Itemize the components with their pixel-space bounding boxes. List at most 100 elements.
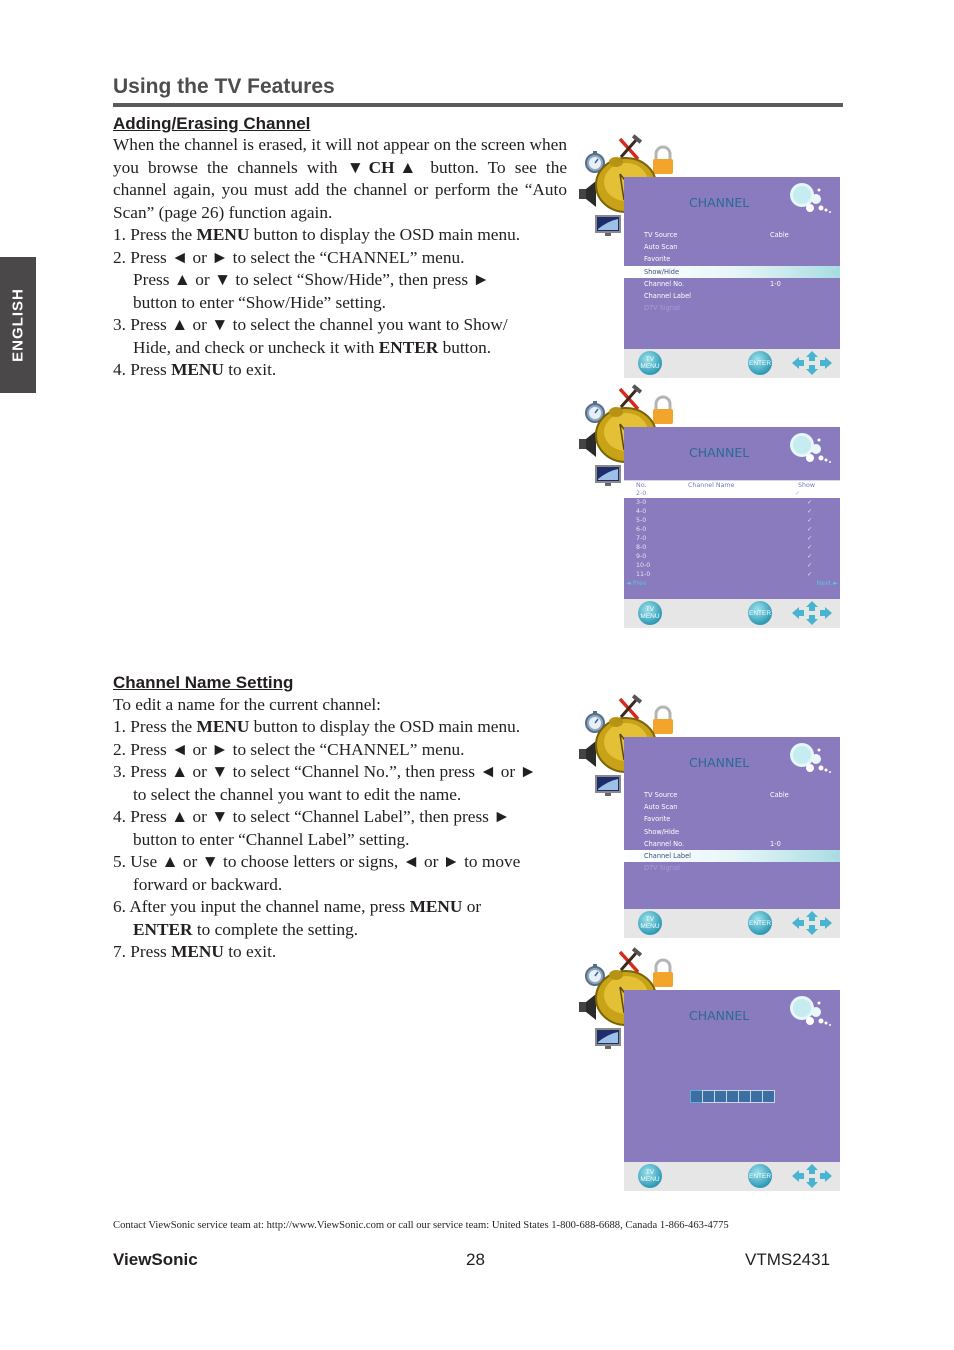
bold-term: MENU	[171, 942, 224, 961]
channel-number: 11-0	[636, 571, 651, 578]
osd-menu-item-label: Favorite	[644, 815, 671, 824]
osd-title: CHANNEL	[689, 755, 750, 770]
step-line: Hide, and check or uncheck it with ENTER…	[113, 337, 520, 360]
channel-table-row[interactable]: 2-0 ✓	[624, 489, 840, 498]
osd-menu-item-label: DTV Signal	[644, 864, 680, 873]
prev-page-button[interactable]: ◄ Prev	[626, 579, 647, 588]
osd-menu-item[interactable]: Channel No. 1-0	[644, 838, 840, 850]
adding-erasing-steps: 1. Press the MENU button to display the …	[113, 224, 520, 382]
text-run: 4. Press ▲ or ▼ to select “Channel Label…	[113, 807, 511, 826]
osd-menu-item-label: Auto Scan	[644, 243, 678, 252]
text-run: forward or backward.	[133, 874, 283, 894]
channel-table-row[interactable]: 3-0 ✓	[636, 498, 840, 507]
channel-number: 5-0	[636, 517, 647, 524]
show-checkmark-icon[interactable]: ✓	[807, 534, 812, 543]
lock-icon	[653, 145, 673, 174]
channel-label-input[interactable]	[690, 1090, 775, 1103]
footer-brand: ViewSonic	[113, 1250, 198, 1269]
channel-table-row[interactable]: 10-0 ✓	[636, 561, 840, 570]
show-checkmark-icon[interactable]: ✓	[807, 543, 812, 552]
osd-menu-item[interactable]: DTV Signal	[644, 302, 840, 314]
osd-menu-item[interactable]: Channel No. 1-0	[644, 278, 840, 290]
bold-term: ▼CH▲	[346, 157, 422, 177]
channel-table-row[interactable]: 6-0 ✓	[636, 525, 840, 534]
channel-table-row[interactable]: 8-0 ✓	[636, 543, 840, 552]
step-line: 3. Press ▲ or ▼ to select “Channel No.”,…	[113, 761, 537, 784]
next-page-button[interactable]: Next ►	[816, 579, 838, 588]
osd-menu-item[interactable]: Show/Hide ◁	[624, 265, 840, 278]
show-checkmark-icon[interactable]: ✓	[795, 489, 800, 498]
osd-panel: CHANNEL TV Source Cable Auto Scan Favorite Sh…	[624, 737, 840, 909]
osd-menu-item[interactable]: Favorite	[644, 253, 840, 265]
osd-menu-item[interactable]: Channel Label	[644, 290, 840, 302]
osd-menu-item[interactable]: Auto Scan	[644, 241, 840, 253]
osd-menu-item-value: Cable	[770, 231, 789, 239]
osd-menu-item[interactable]: Show/Hide	[644, 826, 840, 838]
osd-title: CHANNEL	[689, 195, 750, 210]
text-run: button.	[438, 337, 492, 357]
step-line: 5. Use ▲ or ▼ to choose letters or signs…	[113, 851, 537, 874]
text-run: Press ▲ or ▼ to select “Show/Hide”, then…	[133, 270, 490, 289]
show-checkmark-icon[interactable]: ✓	[807, 498, 812, 507]
step-line: 6. After you input the channel name, pre…	[113, 896, 537, 919]
step-line: 2. Press ◄ or ► to select the “CHANNEL” …	[113, 247, 520, 270]
tv-picture-icon	[595, 215, 621, 236]
show-checkmark-icon[interactable]: ✓	[807, 570, 812, 579]
show-checkmark-icon[interactable]: ✓	[807, 552, 812, 561]
dpad-arrows-icon	[792, 351, 832, 375]
channel-number: 8-0	[636, 544, 647, 551]
text-run: 1. Press the	[113, 225, 197, 244]
bubbles-decoration	[790, 433, 831, 463]
channel-table-row[interactable]: 11-0 ✓	[636, 570, 840, 579]
bold-term: MENU	[196, 717, 250, 736]
tv-menu-button-icon: TV MENU	[638, 911, 662, 935]
adding-erasing-intro: When the channel is erased, it will not …	[113, 134, 567, 224]
osd-menu-item-label: Favorite	[644, 255, 671, 264]
channel-table-row[interactable]: 7-0 ✓	[636, 534, 840, 543]
text-run: 2. Press ◄ or ► to select the “CHANNEL” …	[113, 247, 465, 267]
osd-footer-bar: TV MENU ENTER	[624, 349, 840, 378]
channel-table-row[interactable]: 9-0 ✓	[636, 552, 840, 561]
lock-icon	[653, 395, 673, 424]
osd-menu-item[interactable]: Channel Label ◁	[624, 850, 840, 862]
channel-table-row[interactable]: 4-0 ✓	[636, 507, 840, 516]
speaker-icon	[579, 431, 596, 457]
selection-arrow-icon: ◁	[831, 266, 838, 276]
osd-menu-item[interactable]: DTV Signal	[644, 862, 840, 874]
show-checkmark-icon[interactable]: ✓	[807, 516, 812, 525]
step-line: forward or backward.	[113, 874, 537, 897]
text-run: to select the channel you want to edit t…	[133, 784, 462, 804]
osd-menu-item[interactable]: TV Source Cable	[644, 789, 840, 801]
bold-term: MENU	[196, 225, 250, 244]
osd-menu-item[interactable]: TV Source Cable	[644, 229, 840, 241]
label-character-box[interactable]	[762, 1090, 775, 1103]
bold-term: ENTER	[133, 919, 193, 939]
dpad-arrows-icon	[792, 911, 832, 935]
tv-picture-icon	[595, 1028, 621, 1049]
osd-menu-item-label: TV Source	[644, 231, 678, 239]
step-line: 2. Press ◄ or ► to select the “CHANNEL” …	[113, 739, 537, 762]
channel-table-row[interactable]: 5-0 ✓	[636, 516, 840, 525]
osd-menu-item-label: DTV Signal	[644, 304, 680, 313]
osd-footer-bar: TV MENU ENTER	[624, 599, 840, 628]
text-run: 2. Press ◄ or ► to select the “CHANNEL” …	[113, 739, 465, 759]
show-checkmark-icon[interactable]: ✓	[807, 561, 812, 570]
channel-number: 9-0	[636, 553, 647, 560]
text-run: 6. After you input the channel name, pre…	[113, 897, 410, 916]
text-run: to complete the setting.	[192, 919, 359, 939]
enter-button-label: ENTER	[748, 919, 772, 927]
text-run: button to display the OSD main menu.	[249, 225, 521, 244]
osd-menu-item[interactable]: Favorite	[644, 813, 840, 825]
bubbles-decoration	[790, 183, 831, 213]
enter-button-label: ENTER	[748, 1172, 772, 1180]
show-checkmark-icon[interactable]: ✓	[807, 507, 812, 516]
channel-number: 2-0	[636, 490, 647, 497]
osd-menu-item[interactable]: Auto Scan	[644, 801, 840, 813]
step-line: 1. Press the MENU button to display the …	[113, 716, 537, 739]
language-tab-label: ENGLISH	[9, 288, 27, 362]
tv-picture-icon	[595, 775, 621, 796]
step-line: Press ▲ or ▼ to select “Show/Hide”, then…	[113, 269, 520, 292]
show-checkmark-icon[interactable]: ✓	[807, 525, 812, 534]
step-line: 4. Press ▲ or ▼ to select “Channel Label…	[113, 806, 537, 829]
lock-icon	[653, 705, 673, 734]
